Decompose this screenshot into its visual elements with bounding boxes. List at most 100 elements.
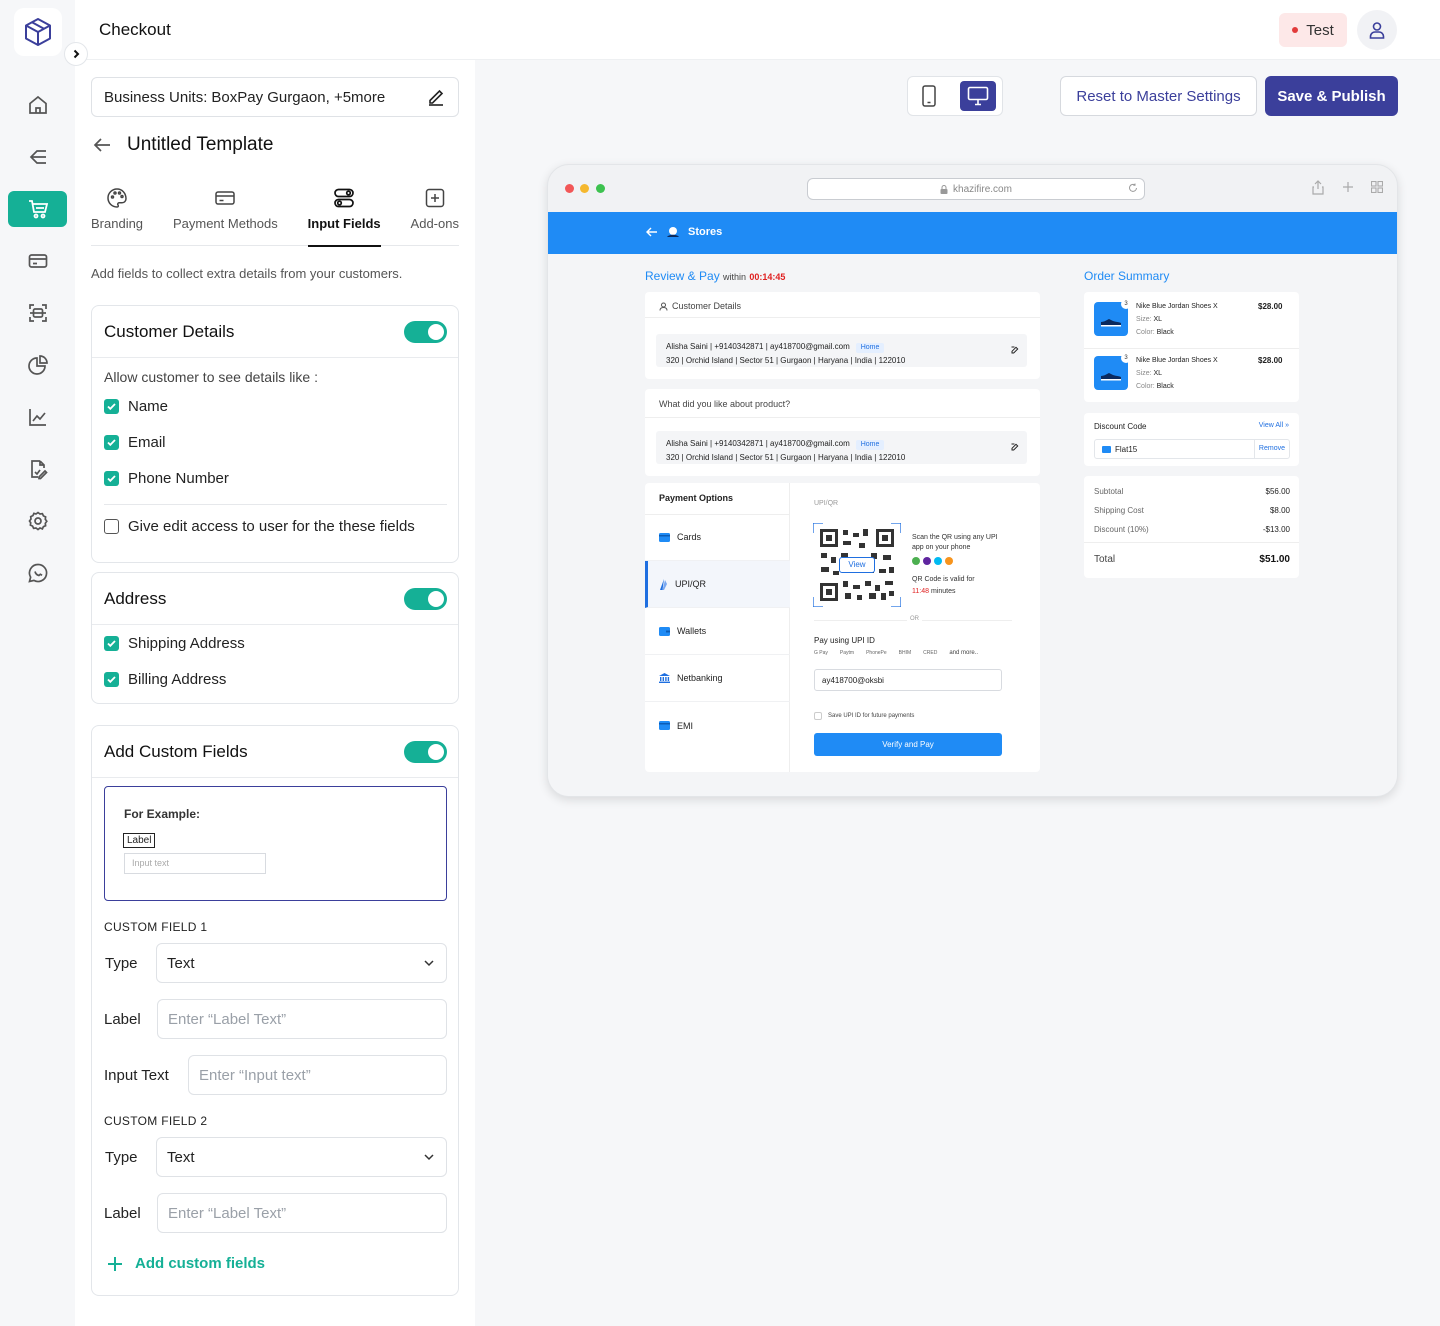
bank-icon — [659, 673, 670, 683]
edit-icon[interactable] — [1011, 346, 1019, 354]
check-icon — [104, 636, 119, 651]
edit-icon[interactable] — [1011, 443, 1019, 451]
desktop-view-button[interactable] — [960, 81, 996, 111]
payment-option-netbanking[interactable]: Netbanking — [645, 655, 790, 702]
tab-label: Branding — [91, 216, 144, 231]
nav-scanner-icon[interactable] — [8, 295, 67, 331]
label-label: Label — [104, 1011, 141, 1028]
checkbox-billing-address[interactable]: Billing Address — [104, 671, 226, 688]
view-all-link[interactable]: View All » — [1259, 422, 1289, 429]
verify-pay-button[interactable]: Verify and Pay — [814, 733, 1002, 756]
checkbox-shipping-address[interactable]: Shipping Address — [104, 635, 245, 652]
custom-fields-card: Add Custom Fields For Example: Label Inp… — [91, 725, 459, 1296]
card-icon — [659, 532, 670, 542]
expand-sidebar-button[interactable] — [64, 42, 88, 66]
remove-coupon-link[interactable]: Remove — [1253, 440, 1289, 458]
checkbox-label: Billing Address — [128, 671, 227, 688]
item-name: Nike Blue Jordan Shoes X — [1136, 357, 1218, 364]
timer: 00:14:45 — [749, 272, 786, 282]
payment-option-cards[interactable]: Cards — [645, 514, 790, 561]
checkbox-label: Shipping Address — [128, 635, 245, 652]
nav-settings-icon[interactable] — [8, 503, 67, 539]
chevron-down-icon — [422, 1150, 436, 1164]
checkbox-edit-access[interactable]: Give edit access to user for the these f… — [104, 518, 415, 535]
example-label: Label — [123, 833, 156, 848]
upi-id-title: Pay using UPI ID — [814, 636, 875, 645]
tab-input-fields[interactable]: Input Fields — [307, 186, 381, 247]
checkbox-name[interactable]: Name — [104, 398, 168, 415]
address-bar[interactable]: khazifire.com — [807, 178, 1145, 200]
preview-question-card: What did you like about product? Alisha … — [645, 389, 1040, 476]
divider — [104, 504, 447, 505]
payment-option-upi[interactable]: UPI/QR — [645, 561, 790, 608]
qr-validity: QR Code is valid for 11:48 minutes — [912, 576, 975, 595]
bhim-icon — [945, 557, 953, 565]
nav-support-icon[interactable] — [8, 555, 67, 591]
custom-fields-toggle[interactable] — [404, 740, 447, 763]
qr-view-button[interactable]: View — [839, 557, 875, 573]
custom-field-2-label-input[interactable]: Enter “Label Text” — [157, 1193, 447, 1233]
custom-field-1-input-text[interactable]: Enter “Input text” — [188, 1055, 447, 1095]
nav-documents-icon[interactable] — [8, 451, 67, 487]
template-name[interactable]: Untitled Template — [127, 134, 273, 156]
palette-icon — [105, 186, 129, 210]
custom-field-2-type-select[interactable]: Text — [156, 1137, 447, 1177]
environment-badge[interactable]: Test — [1279, 13, 1347, 47]
address-toggle[interactable] — [404, 587, 447, 610]
nav-reports-icon[interactable] — [8, 347, 67, 383]
nav-checkout-icon[interactable] — [8, 191, 67, 227]
environment-label: Test — [1306, 21, 1334, 39]
back-arrow-icon[interactable] — [91, 134, 113, 156]
tab-branding[interactable]: Branding — [91, 186, 143, 246]
phonepe-icon — [923, 557, 931, 565]
settings-panel: Business Units: BoxPay Gurgaon, +5more U… — [75, 60, 475, 1326]
tab-add-ons[interactable]: Add-ons — [411, 186, 459, 246]
device-switcher — [907, 76, 1003, 116]
checkbox-email[interactable]: Email — [104, 434, 166, 451]
user-profile-button[interactable] — [1357, 10, 1397, 50]
nav-analytics-icon[interactable] — [8, 399, 67, 435]
nav-rail — [0, 0, 88, 1326]
nav-flows-icon[interactable] — [8, 139, 67, 175]
checkbox-phone-number[interactable]: Phone Number — [104, 470, 229, 487]
custom-field-1-heading: CUSTOM FIELD 1 — [104, 920, 208, 934]
review-title: Review & Pay — [645, 269, 720, 283]
card-title: Add Custom Fields — [104, 741, 248, 761]
logo-icon[interactable] — [14, 8, 62, 56]
tab-payment-methods[interactable]: Payment Methods — [173, 186, 278, 246]
item-qty: 3 — [1121, 299, 1131, 309]
within-label: within — [723, 272, 747, 282]
upi-id-input[interactable]: ay418700@oksbi — [814, 669, 1002, 691]
share-icon — [1312, 180, 1324, 195]
custom-field-2-heading: CUSTOM FIELD 2 — [104, 1114, 208, 1128]
chevron-down-icon — [422, 956, 436, 970]
coupon-field[interactable]: Flat15 Remove — [1094, 439, 1290, 459]
address-line-2: 320 | Orchid Island | Sector 51 | Gurgao… — [666, 453, 906, 462]
toggles-icon — [332, 186, 356, 210]
save-upi-checkbox[interactable]: Save UPI ID for future payments — [814, 712, 914, 720]
mobile-icon[interactable] — [922, 85, 936, 107]
custom-field-1-type-select[interactable]: Text — [156, 943, 447, 983]
payment-option-emi[interactable]: EMI — [645, 702, 790, 749]
custom-field-1-label-input[interactable]: Enter “Label Text” — [157, 999, 447, 1039]
check-icon — [104, 435, 119, 450]
customer-details-toggle[interactable] — [404, 320, 447, 343]
add-custom-fields-button[interactable]: Add custom fields — [107, 1255, 265, 1272]
order-item: 3 Nike Blue Jordan Shoes X $28.00 Size: … — [1094, 299, 1290, 342]
coupon-code: Flat15 — [1115, 445, 1138, 454]
card-icon — [659, 721, 670, 730]
save-publish-button[interactable]: Save & Publish — [1265, 76, 1398, 116]
payment-option-wallets[interactable]: Wallets — [645, 608, 790, 655]
user-icon — [659, 302, 668, 311]
reset-master-settings-button[interactable]: Reset to Master Settings — [1060, 76, 1257, 116]
business-units-selector[interactable]: Business Units: BoxPay Gurgaon, +5more — [91, 77, 459, 117]
pencil-icon[interactable] — [426, 87, 446, 107]
nav-home-icon[interactable] — [8, 87, 67, 123]
address-block: Alisha Saini | +9140342871 | ay418700@gm… — [656, 431, 1027, 464]
discount-code-card: Discount Code View All » Flat15 Remove — [1084, 413, 1299, 466]
minimize-dot-icon — [580, 184, 589, 193]
store-logo-icon — [666, 226, 680, 238]
add-custom-fields-label: Add custom fields — [135, 1255, 266, 1272]
example-input: Input text — [124, 853, 266, 874]
nav-payments-icon[interactable] — [8, 243, 67, 279]
